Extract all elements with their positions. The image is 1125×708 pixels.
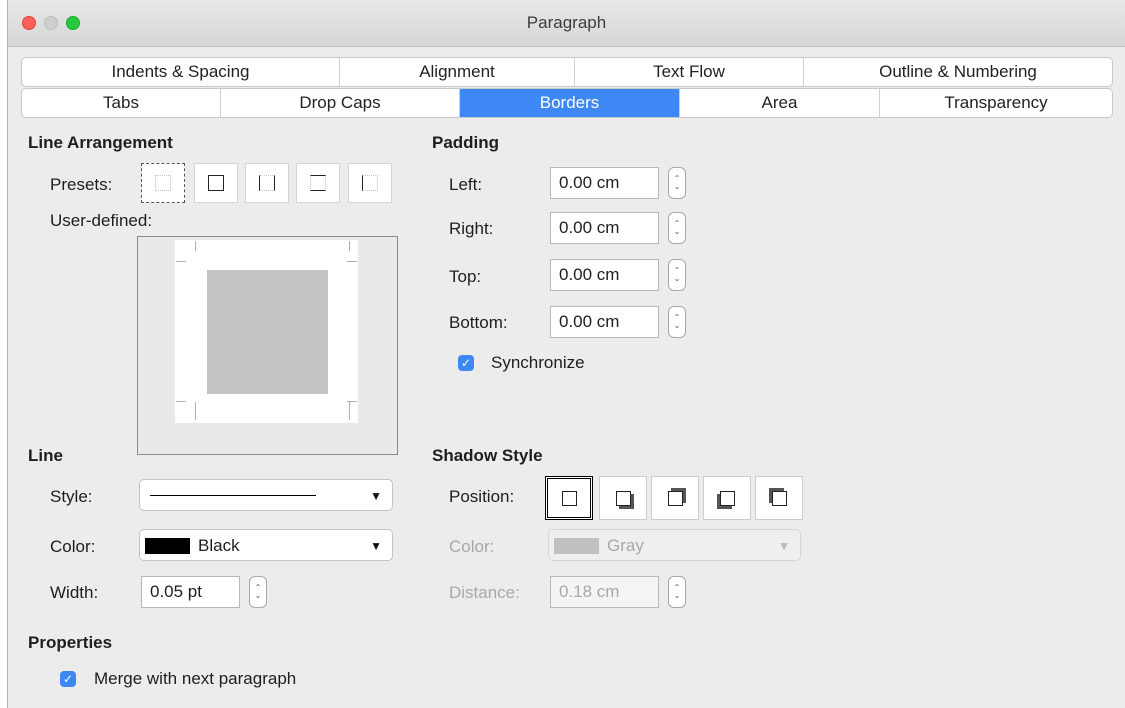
corner-tick (176, 401, 186, 402)
line-width-label: Width: (50, 583, 99, 602)
no-borders-icon (155, 175, 171, 191)
corner-tick (195, 241, 196, 251)
line-color-dropdown[interactable]: Black ▼ (139, 529, 393, 561)
tab-text-flow[interactable]: Text Flow (575, 58, 804, 86)
shadow-distance-field[interactable]: 0.18 cm (550, 576, 659, 608)
color-swatch (554, 538, 599, 554)
shadow-bottom-right-button[interactable] (599, 476, 647, 520)
title-bar: Paragraph (8, 0, 1125, 47)
padding-top-label: Top: (449, 267, 482, 286)
preview-paragraph-area (207, 270, 328, 394)
line-width-field[interactable]: 0.05 pt (141, 576, 240, 608)
line-style-dropdown[interactable]: ▼ (139, 479, 393, 511)
corner-tick (349, 241, 350, 251)
shadow-color-label: Color: (449, 537, 495, 556)
line-arrangement-heading: Line Arrangement (28, 133, 173, 152)
user-defined-label: User-defined: (50, 211, 153, 230)
preset-left-right-borders-button[interactable] (245, 163, 289, 203)
chevron-down-icon: ▼ (370, 489, 382, 503)
padding-left-field[interactable]: 0.00 cm (550, 167, 659, 199)
preset-left-border-button[interactable] (348, 163, 392, 203)
line-width-stepper[interactable]: ⌃ ⌄ (249, 576, 267, 608)
shadow-distance-stepper[interactable]: ⌃ ⌄ (668, 576, 686, 608)
tab-outline-numbering[interactable]: Outline & Numbering (804, 58, 1112, 86)
corner-tick (195, 402, 196, 420)
preset-all-borders-button[interactable] (194, 163, 238, 203)
shadow-top-left-button[interactable] (755, 476, 803, 520)
padding-bottom-label: Bottom: (449, 313, 508, 332)
padding-bottom-field[interactable]: 0.00 cm (550, 306, 659, 338)
merge-with-next-checkbox[interactable]: ✓ (60, 671, 76, 687)
color-swatch (145, 538, 190, 554)
tab-transparency[interactable]: Transparency (880, 89, 1112, 117)
preview-page (175, 240, 358, 423)
shadow-bottom-left-button[interactable] (703, 476, 751, 520)
shadow-top-left-icon (771, 490, 787, 506)
tab-tabs[interactable]: Tabs (22, 89, 221, 117)
synchronize-checkbox[interactable]: ✓ (458, 355, 474, 371)
shadow-bottom-left-icon (719, 490, 735, 506)
padding-top-field[interactable]: 0.00 cm (550, 259, 659, 291)
line-color-value: Black (198, 536, 240, 555)
tab-alignment[interactable]: Alignment (340, 58, 575, 86)
padding-right-field[interactable]: 0.00 cm (550, 212, 659, 244)
properties-heading: Properties (28, 633, 113, 652)
shadow-top-right-icon (667, 490, 683, 506)
corner-tick (176, 261, 186, 262)
shadow-color-value: Gray (607, 536, 644, 555)
window-title: Paragraph (526, 13, 607, 32)
corner-tick (349, 402, 350, 420)
presets-label: Presets: (50, 175, 113, 194)
chevron-down-icon: ▼ (778, 539, 790, 553)
shadow-none-button[interactable] (545, 476, 593, 520)
padding-left-stepper[interactable]: ⌃ ⌄ (668, 167, 686, 199)
preset-top-bottom-borders-button[interactable] (296, 163, 340, 203)
padding-top-stepper[interactable]: ⌃ ⌄ (668, 259, 686, 291)
tab-drop-caps[interactable]: Drop Caps (221, 89, 460, 117)
padding-left-label: Left: (449, 175, 483, 194)
tab-row-2: Tabs Drop Caps Borders Area Transparency (21, 88, 1113, 118)
padding-right-stepper[interactable]: ⌃ ⌄ (668, 212, 686, 244)
shadow-distance-label: Distance: (449, 583, 520, 602)
chevron-down-icon: ▼ (370, 539, 382, 553)
corner-tick (347, 261, 357, 262)
shadow-bottom-right-icon (615, 490, 631, 506)
merge-with-next-label: Merge with next paragraph (94, 669, 297, 688)
shadow-top-right-button[interactable] (651, 476, 699, 520)
tab-borders[interactable]: Borders (460, 89, 680, 117)
solid-line-preview (150, 495, 316, 496)
tab-area[interactable]: Area (680, 89, 880, 117)
synchronize-label: Synchronize (491, 353, 585, 372)
tab-indents-spacing[interactable]: Indents & Spacing (22, 58, 340, 86)
left-border-icon (362, 175, 378, 191)
preset-no-borders-button[interactable] (141, 163, 185, 203)
no-shadow-icon (561, 490, 577, 506)
left-right-borders-icon (259, 175, 275, 191)
padding-bottom-stepper[interactable]: ⌃ ⌄ (668, 306, 686, 338)
all-borders-icon (208, 175, 224, 191)
shadow-style-heading: Shadow Style (432, 446, 543, 465)
top-bottom-borders-icon (310, 175, 326, 191)
tab-row-1: Indents & Spacing Alignment Text Flow Ou… (21, 57, 1113, 87)
shadow-position-label: Position: (449, 487, 515, 506)
paragraph-dialog: Paragraph Indents & Spacing Alignment Te… (7, 0, 1125, 708)
user-defined-border-preview[interactable] (137, 236, 398, 455)
shadow-color-dropdown[interactable]: Gray ▼ (548, 529, 801, 561)
padding-heading: Padding (432, 133, 500, 152)
line-color-label: Color: (50, 537, 96, 556)
line-heading: Line (28, 446, 63, 465)
padding-right-label: Right: (449, 219, 494, 238)
line-style-label: Style: (50, 487, 93, 506)
corner-tick (347, 401, 357, 402)
